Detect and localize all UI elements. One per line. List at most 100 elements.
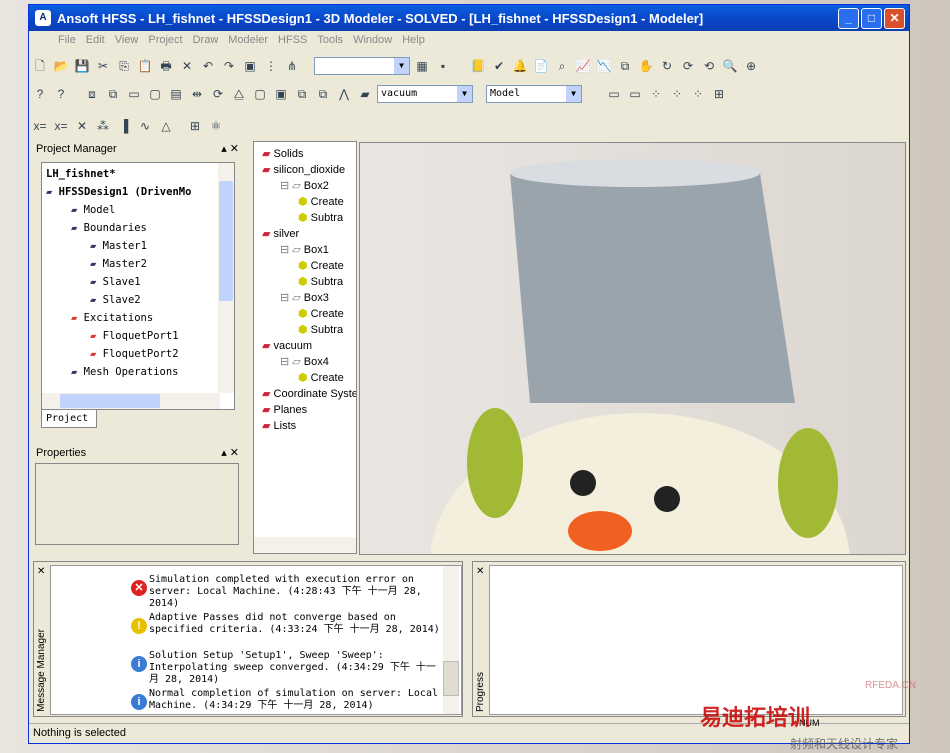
material-select[interactable]: vacuum [377, 85, 473, 103]
model-tree-item[interactable]: ▰ silver [262, 226, 356, 242]
project-tree-item[interactable]: ▰ Master2 [46, 255, 218, 273]
minimize-button[interactable]: _ [838, 8, 859, 29]
project-tree-item[interactable]: ▰ HFSSDesign1 (DrivenMo [46, 183, 218, 201]
model-tree-item[interactable]: ▰ Lists [262, 418, 356, 434]
context-help-icon[interactable]: ? [52, 85, 70, 103]
scale-icon[interactable]: ⋀ [335, 85, 353, 103]
model-tree-item[interactable]: ▰ Coordinate System [262, 386, 356, 402]
intersect-icon[interactable]: ▭ [125, 85, 143, 103]
menu-tools[interactable]: Tools [312, 34, 348, 46]
project-tree-item[interactable]: ▰ Master1 [46, 237, 218, 255]
subtract-icon[interactable]: ⧉ [104, 85, 122, 103]
analyze-icon[interactable]: 🔔 [511, 57, 529, 75]
project-tree-item[interactable]: ▰ FloquetPort2 [46, 345, 218, 363]
project-tree-item[interactable]: ▰ Slave2 [46, 291, 218, 309]
model-tree-item[interactable]: ⬢ Create [262, 370, 356, 386]
menu-help[interactable]: Help [397, 34, 430, 46]
warn-triangle-icon[interactable]: △ [157, 117, 175, 135]
3d-viewport[interactable] [359, 142, 906, 555]
model-tree-item[interactable]: ▰ silicon_dioxide [262, 162, 356, 178]
material-icon[interactable]: ▰ [356, 85, 374, 103]
project-tree-item[interactable]: ▰ Boundaries [46, 219, 218, 237]
progress-tab[interactable]: Progress [475, 672, 486, 712]
validate-icon[interactable]: 📒 [469, 57, 487, 75]
properties-close-icon[interactable]: ▴ ✕ [221, 445, 239, 461]
fit-icon[interactable]: ⊕ [742, 57, 760, 75]
check-icon[interactable]: ✔ [490, 57, 508, 75]
snap-icon[interactable]: ⁘ [647, 85, 665, 103]
pan-icon[interactable]: ✋ [637, 57, 655, 75]
close-button[interactable]: ✕ [884, 8, 905, 29]
message-scrollbar[interactable] [443, 566, 459, 714]
copy-image-icon[interactable]: ⧉ [616, 57, 634, 75]
message-item[interactable]: Normal completion of simulation on serve… [149, 688, 444, 712]
menu-project[interactable]: Project [143, 34, 187, 46]
progress-close-icon[interactable]: ✕ [476, 566, 484, 577]
rotate2-icon[interactable]: ⟳ [679, 57, 697, 75]
model-tree-item[interactable]: ⊟ ▱ Box4 [262, 354, 356, 370]
message-manager-tab[interactable]: Message Manager [36, 629, 47, 712]
project-tree-item[interactable]: ▰ Mesh Operations [46, 363, 218, 381]
project-tree-item[interactable]: LH_fishnet* [46, 165, 218, 183]
xy2-icon[interactable]: x= [52, 117, 70, 135]
cross-icon[interactable]: ✕ [73, 117, 91, 135]
rotate3-icon[interactable]: ⟲ [700, 57, 718, 75]
grid-icon[interactable]: ▦ [413, 57, 431, 75]
cs-icon[interactable]: ⊞ [710, 85, 728, 103]
wave-icon[interactable]: ∿ [136, 117, 154, 135]
menu-view[interactable]: View [110, 34, 144, 46]
paste-icon[interactable]: 📋 [136, 57, 154, 75]
project-hscrollbar[interactable] [42, 393, 220, 409]
copy-icon[interactable]: ⎘ [115, 57, 133, 75]
model-tree-item[interactable]: ⊟ ▱ Box1 [262, 242, 356, 258]
model-tree-item[interactable]: ⬢ Subtra [262, 274, 356, 290]
unite-icon[interactable]: ⧈ [83, 85, 101, 103]
box-icon[interactable]: ▭ [605, 85, 623, 103]
model-tree-item[interactable]: ▰ vacuum [262, 338, 356, 354]
message-item[interactable]: Adaptive Passes did not converge based o… [149, 612, 444, 636]
panel-close-icon[interactable]: ▴ ✕ [221, 141, 239, 157]
grid3d-icon[interactable]: ⊞ [186, 117, 204, 135]
model-tree-item[interactable]: ▰ Planes [262, 402, 356, 418]
cut-icon[interactable]: ✂ [94, 57, 112, 75]
move-icon[interactable]: ⇹ [188, 85, 206, 103]
rotate-icon[interactable]: ↻ [658, 57, 676, 75]
duplicate2-icon[interactable]: ⧉ [314, 85, 332, 103]
sweep-icon[interactable]: ▢ [251, 85, 269, 103]
open-icon[interactable]: 📂 [52, 57, 70, 75]
model-tree-hscrollbar[interactable] [254, 537, 356, 553]
record-icon[interactable]: ▪ [434, 57, 452, 75]
delete-icon[interactable]: ✕ [178, 57, 196, 75]
snap3-icon[interactable]: ⁘ [689, 85, 707, 103]
model-tree-item[interactable]: ⊟ ▱ Box3 [262, 290, 356, 306]
tree-icon[interactable]: ⋮ [262, 57, 280, 75]
atom-icon[interactable]: ⚛ [207, 117, 225, 135]
menu-edit[interactable]: Edit [81, 34, 110, 46]
message-item[interactable]: Solution Setup 'Setup1', Sweep 'Sweep': … [149, 650, 444, 686]
plot-icon[interactable]: 📈 [574, 57, 592, 75]
model-tree-item[interactable]: ⬢ Create [262, 306, 356, 322]
model-tree-item[interactable]: ⬢ Subtra [262, 210, 356, 226]
help-icon[interactable]: ? [31, 85, 49, 103]
cover-icon[interactable]: ▣ [272, 85, 290, 103]
region-icon[interactable]: ▭ [626, 85, 644, 103]
dots-icon[interactable]: ⁂ [94, 117, 112, 135]
menu-draw[interactable]: Draw [188, 34, 224, 46]
rotate-obj-icon[interactable]: ⟳ [209, 85, 227, 103]
project-tree-item[interactable]: ▰ Model [46, 201, 218, 219]
model-select[interactable]: Model [486, 85, 582, 103]
save-icon[interactable]: 💾 [73, 57, 91, 75]
model-tree-item[interactable]: ⬢ Create [262, 258, 356, 274]
menu-modeler[interactable]: Modeler [223, 34, 273, 46]
results-icon[interactable]: 📄 [532, 57, 550, 75]
maximize-button[interactable]: □ [861, 8, 882, 29]
menu-window[interactable]: Window [348, 34, 397, 46]
imprint-icon[interactable]: ▤ [167, 85, 185, 103]
message-item[interactable]: Simulation completed with execution erro… [149, 574, 444, 610]
bars-icon[interactable]: ▐ [115, 117, 133, 135]
undo-icon[interactable]: ↶ [199, 57, 217, 75]
model-tree-item[interactable]: ⬢ Subtra [262, 322, 356, 338]
new-icon[interactable]: 🗋 [31, 57, 49, 75]
report-icon[interactable]: 📉 [595, 57, 613, 75]
toolbar-select[interactable] [314, 57, 410, 75]
